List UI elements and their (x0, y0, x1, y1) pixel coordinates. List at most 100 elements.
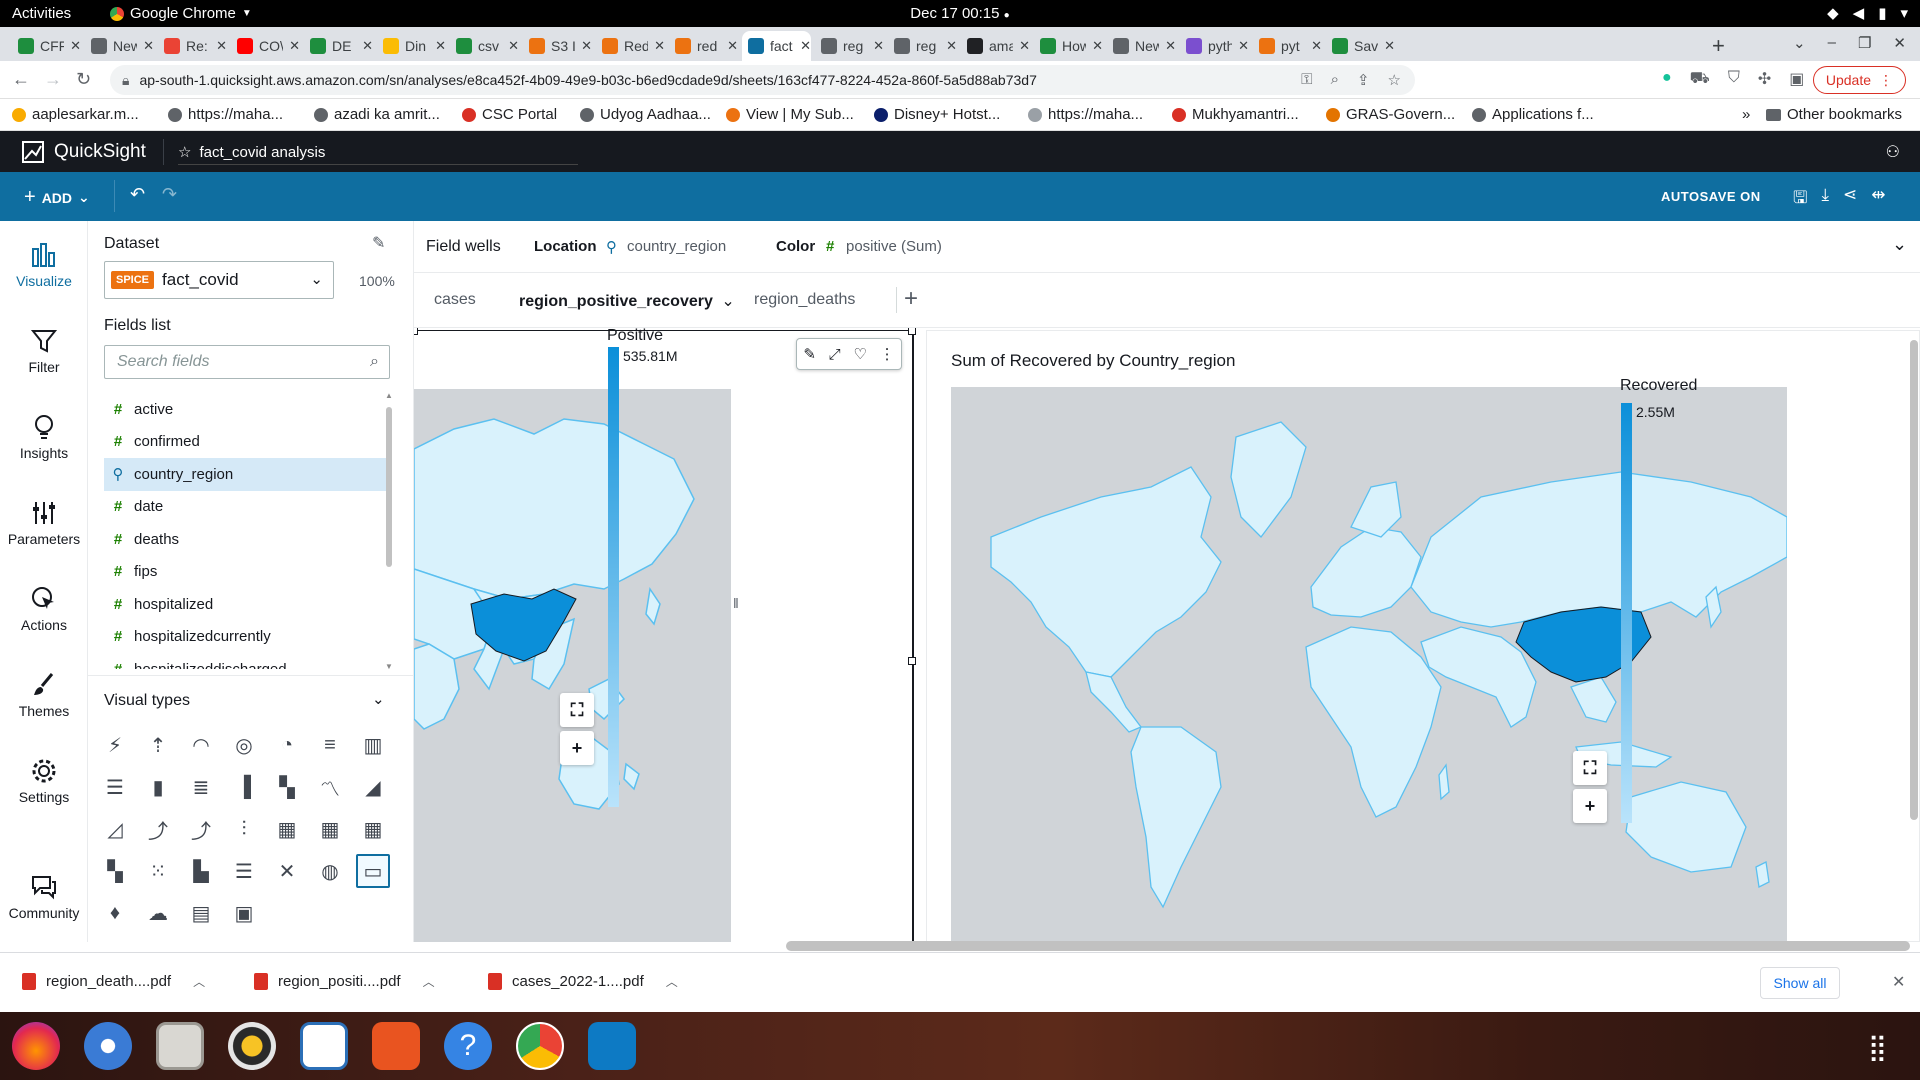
analysis-name[interactable]: ☆ fact_covid analysis (178, 143, 325, 162)
edit-pencil-icon[interactable]: ✎ (372, 233, 385, 253)
bookmark-item[interactable]: Udyog Aadhaa... (580, 106, 711, 123)
clock[interactable]: Dec 17 00:15 ● (0, 5, 1920, 22)
tab-close-icon[interactable]: ✕ (800, 38, 811, 54)
scroll-down-icon[interactable]: ▼ (385, 662, 393, 671)
tab-close-icon[interactable]: ✕ (654, 38, 665, 54)
field-item[interactable]: ⚲ country_region (104, 458, 390, 491)
tab-close-icon[interactable]: ✕ (1311, 38, 1322, 54)
new-tab-button[interactable]: + (1712, 33, 1725, 59)
field-item[interactable]: # date (104, 491, 390, 524)
back-icon[interactable]: ← (12, 69, 30, 90)
expand-icon[interactable]: ⤢ (829, 346, 841, 363)
browser-tab[interactable]: reg ✕ (815, 31, 884, 61)
browser-tab[interactable]: Re: ✕ (158, 31, 227, 61)
download-item[interactable]: region_death....pdf ︿ (22, 973, 205, 990)
chrome-icon[interactable] (516, 1022, 564, 1070)
donut-icon[interactable]: ◎ (227, 728, 261, 762)
color-well-value[interactable]: positive (Sum) (846, 238, 942, 255)
tab-close-icon[interactable]: ✕ (727, 38, 738, 54)
sheet-tab-region-deaths[interactable]: region_deaths (754, 291, 855, 309)
rail-insights[interactable]: Insights (0, 413, 88, 461)
tab-close-icon[interactable]: ✕ (143, 38, 154, 54)
kpi-icon[interactable]: ⇡ (141, 728, 175, 762)
show-all-button[interactable]: Show all (1760, 967, 1840, 999)
undo-icon[interactable]: ↶ (130, 184, 145, 205)
writer-icon[interactable] (300, 1022, 348, 1070)
tab-close-icon[interactable]: ✕ (435, 38, 446, 54)
scroll-up-icon[interactable]: ▲ (385, 391, 393, 400)
share-icon[interactable]: ⋖ (1843, 185, 1857, 214)
tab-close-icon[interactable]: ✕ (1165, 38, 1176, 54)
software-icon[interactable] (372, 1022, 420, 1070)
insight-icon[interactable]: ♦ (98, 896, 132, 930)
autosave-toggle[interactable]: AUTOSAVE ON (1661, 189, 1761, 204)
tab-close-icon[interactable]: ✕ (70, 38, 81, 54)
bookmark-item[interactable]: https://maha... (168, 106, 283, 123)
reload-icon[interactable]: ↻ (76, 69, 91, 90)
stacked-hbar-icon[interactable]: ☰ (98, 770, 132, 804)
export-icon[interactable]: ⤓ (1821, 185, 1829, 214)
files-icon[interactable] (156, 1022, 204, 1070)
rail-settings[interactable]: Settings (0, 757, 88, 805)
rail-parameters[interactable]: Parameters (0, 499, 88, 547)
browser-tab[interactable]: DE ✕ (304, 31, 373, 61)
bookmark-item[interactable]: https://maha... (1028, 106, 1143, 123)
cart-icon[interactable]: ⛟ (1690, 69, 1710, 89)
browser-tab[interactable]: fact ✕ (742, 31, 811, 61)
stacked-area-icon[interactable]: ◿ (98, 812, 132, 846)
chevron-up-icon[interactable]: ︿ (193, 973, 205, 990)
user-icon[interactable]: ⚇ (1886, 142, 1900, 162)
resize-handle-icon[interactable]: ‖ (733, 595, 739, 611)
insight-bulb-icon[interactable]: ♡ (853, 345, 866, 363)
dataset-select[interactable]: SPICE fact_covid ⌄ (104, 261, 334, 299)
vbar-100-icon[interactable]: ▐ (227, 770, 261, 804)
rail-visualize[interactable]: Visualize (0, 241, 88, 289)
edit-pencil-icon[interactable]: ✎ (803, 345, 816, 363)
stacked-vbar-icon[interactable]: ▮ (141, 770, 175, 804)
bookmark-item[interactable]: Disney+ Hotst... (874, 106, 1000, 123)
show-apps-icon[interactable]: ⣿ (1868, 1032, 1887, 1063)
histogram-icon[interactable]: ▙ (184, 854, 218, 888)
share-icon[interactable]: ⇪ (1357, 71, 1370, 89)
tab-close-icon[interactable]: ✕ (289, 38, 300, 54)
fields-scrollbar[interactable]: ▲ ▼ (384, 391, 394, 671)
combo-icon[interactable]: ▚ (270, 770, 304, 804)
canvas-vertical-scrollbar[interactable] (1910, 340, 1918, 820)
heatmap-icon[interactable]: ▦ (356, 812, 390, 846)
minimize-icon[interactable]: – (1828, 34, 1836, 52)
save-icon[interactable]: 🖫︎ (1793, 185, 1807, 214)
thunderbird-icon[interactable] (84, 1022, 132, 1070)
bookmark-item[interactable]: CSC Portal (462, 106, 557, 123)
browser-tab[interactable]: pyth ✕ (1180, 31, 1249, 61)
resize-handle[interactable] (414, 328, 418, 335)
close-icon[interactable]: ✕ (1892, 972, 1905, 992)
scatter-icon[interactable]: ⁙ (141, 854, 175, 888)
hbar-100-icon[interactable]: ≣ (184, 770, 218, 804)
redo-icon[interactable]: ↷ (162, 184, 177, 205)
system-tray[interactable]: ◆ ◀ ▮ ▾ (1827, 4, 1908, 22)
word-cloud-icon[interactable]: ☁ (141, 896, 175, 930)
tab-close-icon[interactable]: ✕ (1238, 38, 1249, 54)
address-bar[interactable]: 🔒︎ ap-south-1.quicksight.aws.amazon.com/… (110, 65, 1415, 95)
resize-handle[interactable] (908, 657, 916, 665)
browser-tab[interactable]: pyt ✕ (1253, 31, 1322, 61)
points-map-icon[interactable]: ▭ (356, 854, 390, 888)
other-bookmarks[interactable]: Other bookmarks (1766, 106, 1902, 123)
download-item[interactable]: region_positi....pdf ︿ (254, 973, 435, 990)
grammarly-icon[interactable]: ● (1662, 69, 1672, 89)
firefox-icon[interactable] (12, 1022, 60, 1070)
field-item[interactable]: # fips (104, 556, 390, 589)
browser-tab[interactable]: red ✕ (669, 31, 738, 61)
visual-positive-map[interactable]: Positive 535.81M ⛶ + ‖ (414, 328, 916, 942)
browser-tab[interactable]: Din ✕ (377, 31, 446, 61)
field-item[interactable]: # deaths (104, 523, 390, 556)
scroll-thumb[interactable] (386, 407, 392, 567)
zoom-in-button[interactable]: + (1573, 789, 1607, 823)
kebab-menu-icon[interactable]: ⋮ (880, 345, 895, 363)
browser-tab[interactable]: csv ✕ (450, 31, 519, 61)
tab-close-icon[interactable]: ✕ (1092, 38, 1103, 54)
rail-actions[interactable]: Actions (0, 585, 88, 633)
tab-close-icon[interactable]: ✕ (581, 38, 592, 54)
browser-tab[interactable]: S3 I ✕ (523, 31, 592, 61)
browser-tab[interactable]: New ✕ (85, 31, 154, 61)
